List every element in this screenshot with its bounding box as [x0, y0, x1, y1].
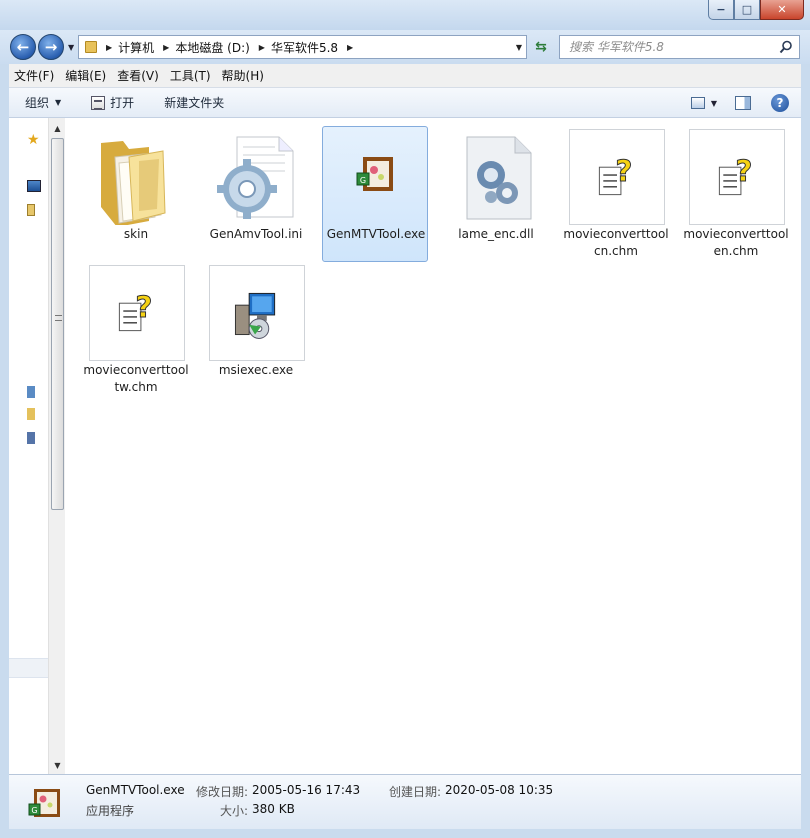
search-input[interactable] — [560, 40, 770, 54]
title-bar: − □ ✕ — [0, 0, 810, 30]
file-item-movieconverttoolcn-chm[interactable]: ? movieconverttoolcn.chm — [562, 126, 669, 262]
breadcrumb-current-folder[interactable]: 华军软件5.8 — [271, 39, 338, 56]
file-item-skin[interactable]: skin — [82, 126, 188, 262]
menu-file[interactable]: 文件(F) — [9, 67, 59, 84]
breadcrumb-computer[interactable]: 计算机 — [118, 39, 154, 56]
organize-label: 组织 — [25, 96, 50, 110]
search-icon[interactable] — [779, 40, 793, 54]
file-item-msiexec-exe[interactable]: msiexec.exe — [202, 262, 308, 398]
mtv-application-icon: G — [28, 789, 60, 817]
forward-button[interactable]: → — [38, 34, 64, 60]
file-name: msiexec.exe — [218, 363, 294, 377]
breadcrumb-chevron-icon[interactable]: ▶ — [259, 43, 265, 52]
menu-help[interactable]: 帮助(H) — [217, 67, 269, 84]
scroll-up-arrow-icon[interactable]: ▲ — [49, 120, 66, 137]
navigation-pane: ★ — [9, 118, 48, 774]
installer-icon — [209, 265, 305, 361]
modified-date-label: 修改日期: — [196, 785, 249, 799]
details-pane: G GenMTVTool.exe 应用程序 修改日期: 2005-05-16 1… — [9, 774, 801, 829]
breadcrumb-chevron-icon[interactable]: ▶ — [347, 43, 353, 52]
svg-text:?: ? — [735, 154, 752, 188]
close-button[interactable]: ✕ — [760, 0, 804, 20]
file-name: movieconverttoolcn.chm — [563, 227, 669, 258]
svg-text:G: G — [360, 176, 366, 185]
file-list: skin GenAmvTool.ini G GenMTVTool.exe lam… — [65, 118, 801, 774]
grip-icon — [55, 315, 62, 321]
menu-tools[interactable]: 工具(T) — [165, 67, 216, 84]
open-label: 打开 — [110, 96, 135, 110]
nav-pane-divider — [9, 658, 48, 678]
scroll-down-arrow-icon[interactable]: ▼ — [49, 757, 66, 774]
dll-gears-icon — [466, 136, 532, 220]
size-value: 380 KB — [252, 802, 295, 816]
file-name: skin — [123, 227, 149, 241]
view-options-dropdown[interactable]: ▼ — [711, 99, 717, 108]
menu-edit[interactable]: 编辑(E) — [60, 67, 111, 84]
view-controls: ▼ ? — [690, 88, 801, 118]
file-name: GenMTVTool.exe — [326, 227, 426, 241]
organize-button[interactable]: 组织 ▼ — [25, 91, 61, 115]
new-folder-label: 新建文件夹 — [164, 96, 225, 110]
breadcrumb-chevron-icon[interactable]: ▶ — [106, 43, 112, 52]
details-file-type: 应用程序 — [86, 804, 135, 818]
minimize-button[interactable]: − — [708, 0, 734, 20]
svg-text:G: G — [31, 806, 37, 815]
file-name: GenAmvTool.ini — [209, 227, 303, 241]
homegroup-icon[interactable] — [27, 386, 35, 398]
file-name: lame_enc.dll — [458, 227, 534, 241]
navigation-bar: ← → ▼ ▶ 计算机 ▶ 本地磁盘 (D:) ▶ 华军软件5.8 ▶ ▼ ⇆ — [0, 30, 810, 64]
folder-icon[interactable] — [27, 408, 35, 420]
nav-pane-scrollbar[interactable]: ▲ ▼ — [48, 118, 65, 774]
file-name: movieconverttooltw.chm — [83, 363, 189, 394]
new-folder-button[interactable]: 新建文件夹 — [164, 91, 224, 115]
breadcrumb-local-disk[interactable]: 本地磁盘 (D:) — [175, 39, 249, 56]
maximize-button[interactable]: □ — [734, 0, 760, 20]
mtv-application-icon: G — [356, 157, 393, 191]
help-icon[interactable]: ? — [771, 94, 789, 112]
computer-icon[interactable] — [27, 432, 35, 444]
file-item-movieconverttooltw-chm[interactable]: ? movieconverttooltw.chm — [82, 262, 189, 398]
open-icon — [91, 95, 106, 110]
address-bar[interactable]: ▶ 计算机 ▶ 本地磁盘 (D:) ▶ 华军软件5.8 ▶ ▼ — [78, 35, 527, 59]
breadcrumb-chevron-icon[interactable]: ▶ — [163, 43, 169, 52]
help-file-icon: ? — [569, 129, 665, 225]
created-date-label: 创建日期: — [389, 785, 442, 799]
size-label: 大小: — [220, 804, 249, 818]
desktop-icon[interactable] — [27, 180, 41, 192]
chevron-down-icon: ▼ — [55, 98, 62, 107]
help-file-icon: ? — [689, 129, 785, 225]
recent-pages-dropdown[interactable]: ▼ — [68, 43, 74, 52]
help-file-icon: ? — [89, 265, 185, 361]
details-file-name: GenMTVTool.exe — [86, 783, 185, 797]
change-view-icon[interactable] — [690, 97, 705, 109]
scrollbar-thumb[interactable] — [51, 138, 64, 510]
back-button[interactable]: ← — [10, 34, 36, 60]
open-button[interactable]: 打开 — [91, 91, 134, 115]
file-item-genamvtool-ini[interactable]: GenAmvTool.ini — [202, 126, 308, 262]
preview-pane-icon[interactable] — [735, 96, 751, 110]
folder-icon — [85, 41, 97, 53]
menu-view[interactable]: 查看(V) — [112, 67, 164, 84]
favorites-star-icon[interactable]: ★ — [27, 132, 41, 148]
file-item-genmtvtool-exe[interactable]: G GenMTVTool.exe — [322, 126, 428, 262]
file-item-lame-enc-dll[interactable]: lame_enc.dll — [442, 126, 548, 262]
address-history-dropdown[interactable]: ▼ — [516, 43, 522, 52]
settings-file-gear-icon — [217, 136, 294, 219]
svg-text:?: ? — [135, 290, 152, 324]
command-bar: 组织 ▼ 打开 新建文件夹 ▼ ? — [9, 88, 801, 118]
svg-text:?: ? — [615, 154, 632, 188]
window-controls: − □ ✕ — [708, 0, 804, 20]
search-box — [559, 35, 800, 59]
menu-bar: 文件(F) 编辑(E) 查看(V) 工具(T) 帮助(H) — [9, 64, 801, 88]
folder-icon — [101, 141, 166, 225]
file-name: movieconverttoolen.chm — [683, 227, 789, 258]
modified-date-value: 2005-05-16 17:43 — [252, 783, 361, 797]
refresh-button[interactable]: ⇆ — [529, 35, 553, 59]
libraries-icon[interactable] — [27, 204, 35, 216]
created-date-value: 2020-05-08 10:35 — [445, 783, 554, 797]
file-item-movieconverttoolen-chm[interactable]: ? movieconverttoolen.chm — [682, 126, 789, 262]
